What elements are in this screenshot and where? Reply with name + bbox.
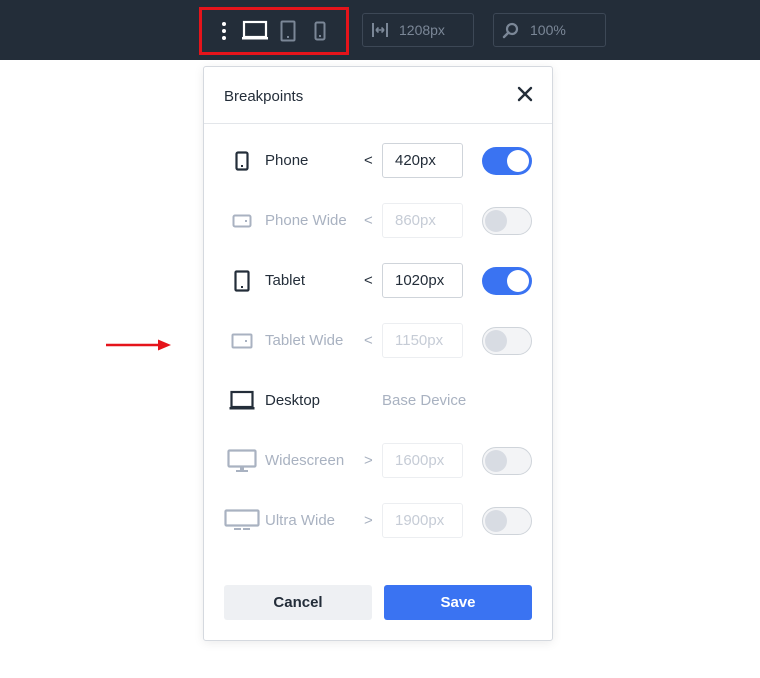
- breakpoint-operator: <: [364, 272, 373, 289]
- breakpoint-toggle[interactable]: [482, 207, 532, 235]
- device-switcher-highlight: [199, 7, 349, 55]
- breakpoint-label: Phone: [265, 152, 309, 169]
- zoom-value: 100%: [530, 22, 566, 38]
- close-icon[interactable]: [516, 85, 534, 103]
- dialog-header: Breakpoints: [204, 67, 552, 124]
- phone-landscape-icon: [232, 203, 252, 239]
- breakpoint-row-widescreen: Widescreen > 1600px: [204, 443, 554, 479]
- phone-icon[interactable]: [314, 21, 326, 41]
- tablet-landscape-icon: [231, 323, 253, 359]
- breakpoint-operator: >: [364, 452, 373, 469]
- base-device-text: Base Device: [382, 392, 467, 409]
- phone-icon: [234, 143, 250, 179]
- canvas-width-value: 1208px: [399, 22, 445, 38]
- breakpoint-width-input[interactable]: 1150px: [382, 323, 463, 358]
- breakpoint-toggle[interactable]: [482, 327, 532, 355]
- breakpoint-toggle[interactable]: [482, 447, 532, 475]
- breakpoint-toggle[interactable]: [482, 267, 532, 295]
- desktop-icon[interactable]: [242, 20, 268, 42]
- breakpoint-operator: <: [364, 152, 373, 169]
- breakpoint-row-phone-wide: Phone Wide < 860px: [204, 203, 554, 239]
- annotation-arrow: [106, 338, 172, 357]
- wide-monitor-icon: [223, 503, 261, 539]
- breakpoint-label: Ultra Wide: [265, 512, 336, 529]
- breakpoint-width-input[interactable]: 1020px: [382, 263, 463, 298]
- more-vertical-icon[interactable]: [214, 22, 234, 40]
- breakpoint-row-phone: Phone < 420px: [204, 143, 554, 179]
- breakpoint-row-tablet-wide: Tablet Wide < 1150px: [204, 323, 554, 359]
- breakpoint-row-desktop: Desktop Base Device: [204, 383, 554, 419]
- breakpoint-row-tablet: Tablet < 1020px: [204, 263, 554, 299]
- top-toolbar: 1208px 100%: [0, 0, 760, 60]
- breakpoint-toggle[interactable]: [482, 507, 532, 535]
- breakpoint-label: Phone Wide: [265, 212, 347, 229]
- cancel-button[interactable]: Cancel: [224, 585, 372, 620]
- breakpoint-operator: <: [364, 212, 373, 229]
- zoom-icon: [502, 21, 520, 39]
- zoom-field[interactable]: 100%: [493, 13, 606, 47]
- breakpoint-row-ultra-wide: Ultra Wide > 1900px: [204, 503, 554, 539]
- breakpoint-width-input[interactable]: 420px: [382, 143, 463, 178]
- breakpoint-width-input[interactable]: 860px: [382, 203, 463, 238]
- canvas-width-field[interactable]: 1208px: [362, 13, 474, 47]
- breakpoint-label: Tablet Wide: [265, 332, 344, 349]
- dialog-title: Breakpoints: [224, 88, 304, 105]
- breakpoint-label: Tablet: [265, 272, 306, 289]
- breakpoint-toggle[interactable]: [482, 147, 532, 175]
- breakpoint-label: Desktop: [265, 392, 321, 409]
- breakpoint-operator: >: [364, 512, 373, 529]
- monitor-icon: [226, 443, 258, 479]
- resize-width-icon: [371, 22, 389, 38]
- breakpoint-width-input[interactable]: 1900px: [382, 503, 463, 538]
- tablet-icon[interactable]: [280, 20, 296, 42]
- breakpoint-label: Widescreen: [265, 452, 345, 469]
- breakpoint-width-input[interactable]: 1600px: [382, 443, 463, 478]
- breakpoints-dialog: Breakpoints Phone < 420px Phone Wide < 8…: [203, 66, 553, 641]
- save-button[interactable]: Save: [384, 585, 532, 620]
- tablet-icon: [233, 263, 251, 299]
- breakpoint-operator: <: [364, 332, 373, 349]
- desktop-icon: [228, 383, 256, 419]
